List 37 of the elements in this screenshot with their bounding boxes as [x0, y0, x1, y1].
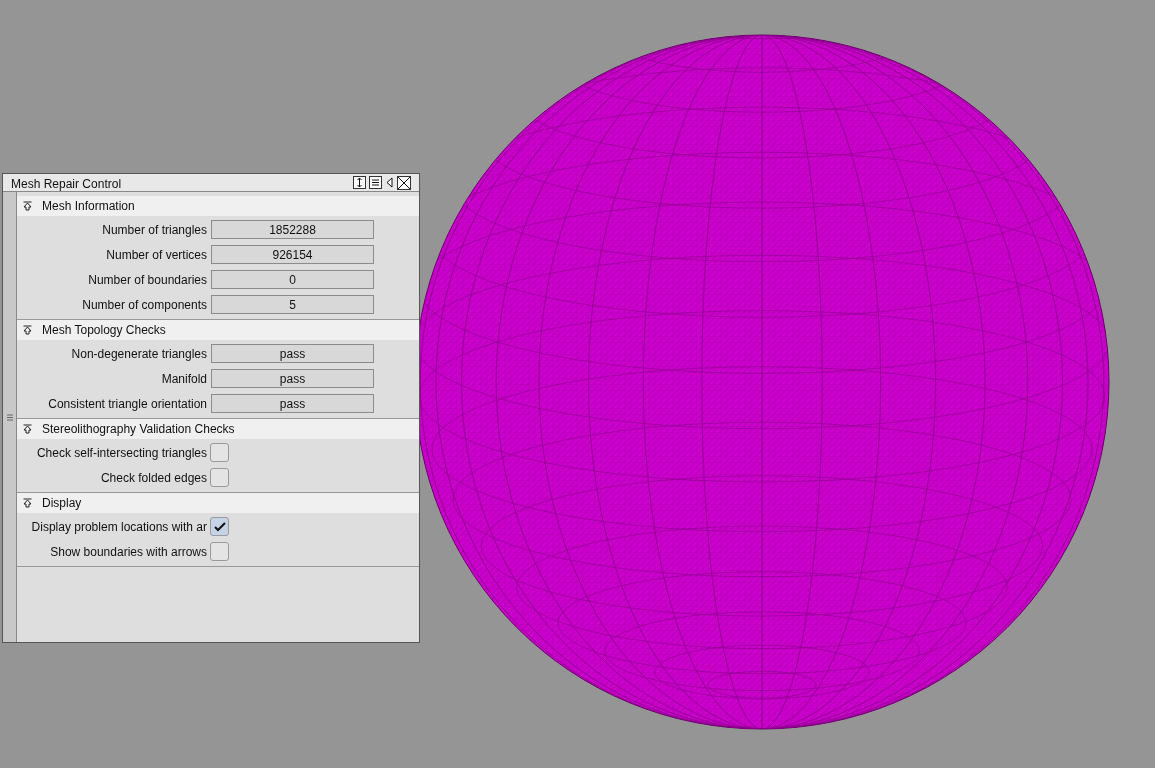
section-header[interactable]: Stereolithography Validation Checks [17, 419, 419, 439]
value-field: pass [211, 394, 374, 413]
collapse-icon [23, 498, 32, 508]
collapse-icon [23, 325, 32, 335]
field-label: Number of components [81, 296, 207, 314]
field-label: Number of boundaries [87, 271, 207, 289]
collapse-icon [23, 424, 32, 434]
value-field: 0 [211, 270, 374, 289]
section-header[interactable]: Mesh Topology Checks [17, 320, 419, 340]
field-label: Number of triangles [101, 221, 207, 239]
checkbox[interactable] [210, 443, 229, 462]
checkbox[interactable] [210, 542, 229, 561]
collapse-icon [23, 201, 32, 211]
checkbox-label: Show boundaries with arrows [49, 543, 207, 561]
grip-icon [6, 413, 13, 421]
section-header[interactable]: Display [17, 493, 419, 513]
collapse-left-icon[interactable] [385, 176, 394, 189]
checkbox-label: Check folded edges [99, 469, 207, 487]
value-field: pass [211, 344, 374, 363]
menu-icon[interactable] [369, 176, 382, 189]
section-header[interactable]: Mesh Information [17, 196, 419, 216]
panel-title: Mesh Repair Control [11, 176, 122, 193]
resize-icon[interactable] [353, 176, 366, 189]
value-field: 1852288 [211, 220, 374, 239]
field-label: Number of vertices [105, 246, 207, 264]
checkbox[interactable] [210, 517, 229, 536]
field-label: Consistent triangle orientation [47, 395, 207, 413]
value-field: pass [211, 369, 374, 388]
value-field: 5 [211, 295, 374, 314]
checkbox-label: Check self-intersecting triangles [35, 444, 207, 462]
close-icon[interactable] [397, 175, 411, 190]
field-label: Non-degenerate triangles [70, 345, 207, 363]
checkbox-label: Display problem locations with ar [30, 518, 207, 536]
field-label: Manifold [160, 370, 207, 388]
checkmark-icon [213, 521, 226, 532]
value-field: 926154 [211, 245, 374, 264]
checkbox[interactable] [210, 468, 229, 487]
